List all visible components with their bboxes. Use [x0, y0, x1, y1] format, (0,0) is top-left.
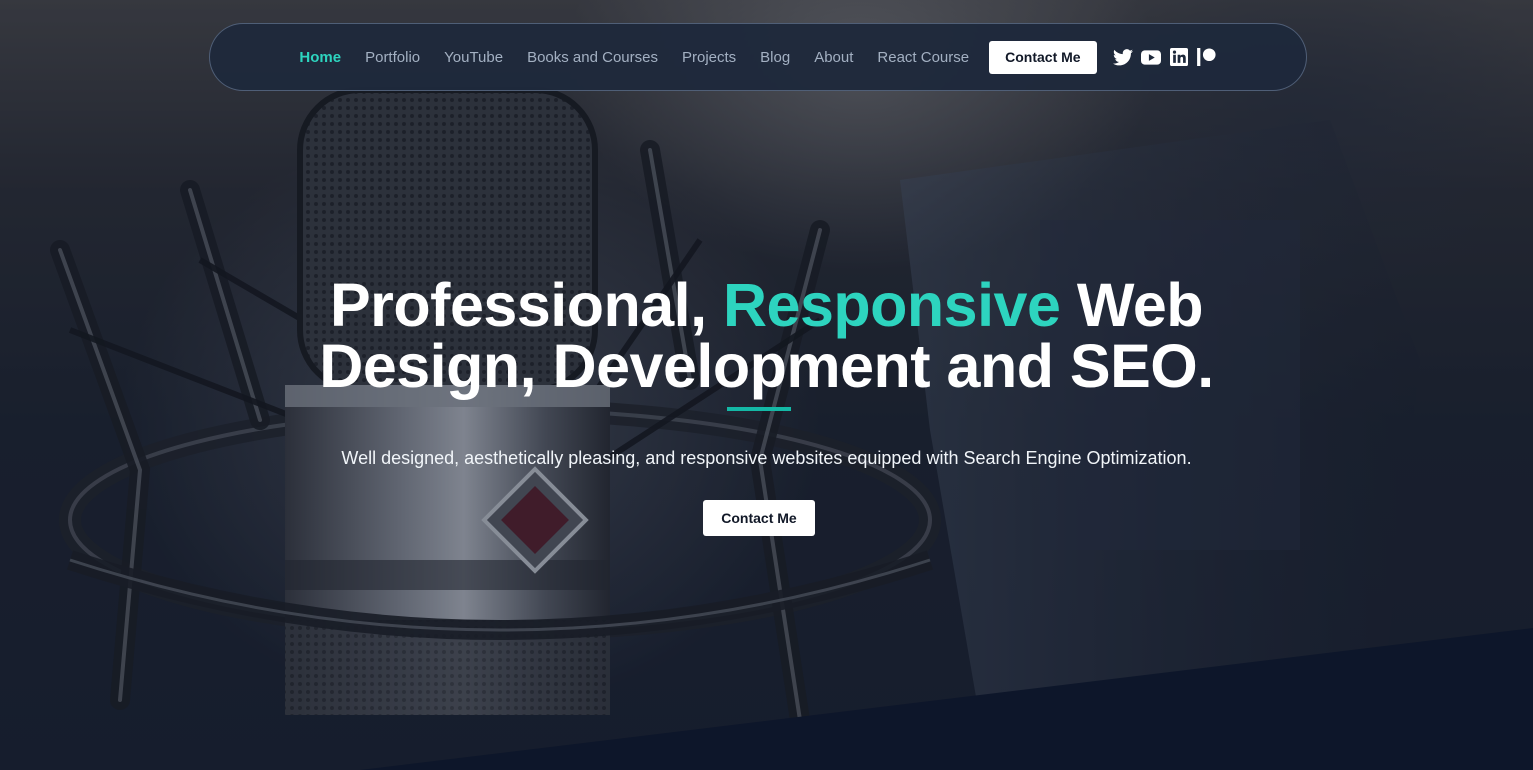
hero-subtext: Well designed, aesthetically pleasing, a… — [341, 448, 1192, 468]
hero-section: Home Portfolio YouTube Books and Courses… — [0, 0, 1533, 770]
twitter-icon[interactable] — [1112, 47, 1133, 67]
headline-line2: Design, Development and SEO. — [319, 332, 1214, 400]
headline-accent-word: Responsive — [722, 271, 1061, 339]
nav-item-youtube[interactable]: YouTube — [444, 49, 503, 66]
social-links — [1112, 47, 1217, 67]
nav-item-about[interactable]: About — [814, 49, 853, 66]
nav-links: Home Portfolio YouTube Books and Courses… — [299, 49, 969, 66]
nav-item-projects[interactable]: Projects — [682, 49, 736, 66]
headline-part2: Web — [1060, 271, 1204, 339]
headline-underline — [727, 407, 791, 411]
nav-item-home[interactable]: Home — [299, 49, 341, 66]
nav-item-portfolio[interactable]: Portfolio — [365, 49, 420, 66]
patreon-icon[interactable] — [1196, 47, 1217, 67]
youtube-icon[interactable] — [1140, 47, 1161, 67]
nav-contact-button[interactable]: Contact Me — [989, 40, 1097, 74]
hero-contact-button[interactable]: Contact Me — [703, 500, 815, 536]
main-navbar: Home Portfolio YouTube Books and Courses… — [209, 23, 1307, 91]
linkedin-icon[interactable] — [1169, 47, 1189, 67]
hero-headline: Professional, Responsive Web Design, Dev… — [0, 275, 1533, 397]
nav-item-blog[interactable]: Blog — [760, 49, 790, 66]
nav-item-react-course[interactable]: React Course — [877, 49, 969, 66]
nav-item-books-and-courses[interactable]: Books and Courses — [527, 49, 658, 66]
headline-part1: Professional, — [329, 271, 723, 339]
